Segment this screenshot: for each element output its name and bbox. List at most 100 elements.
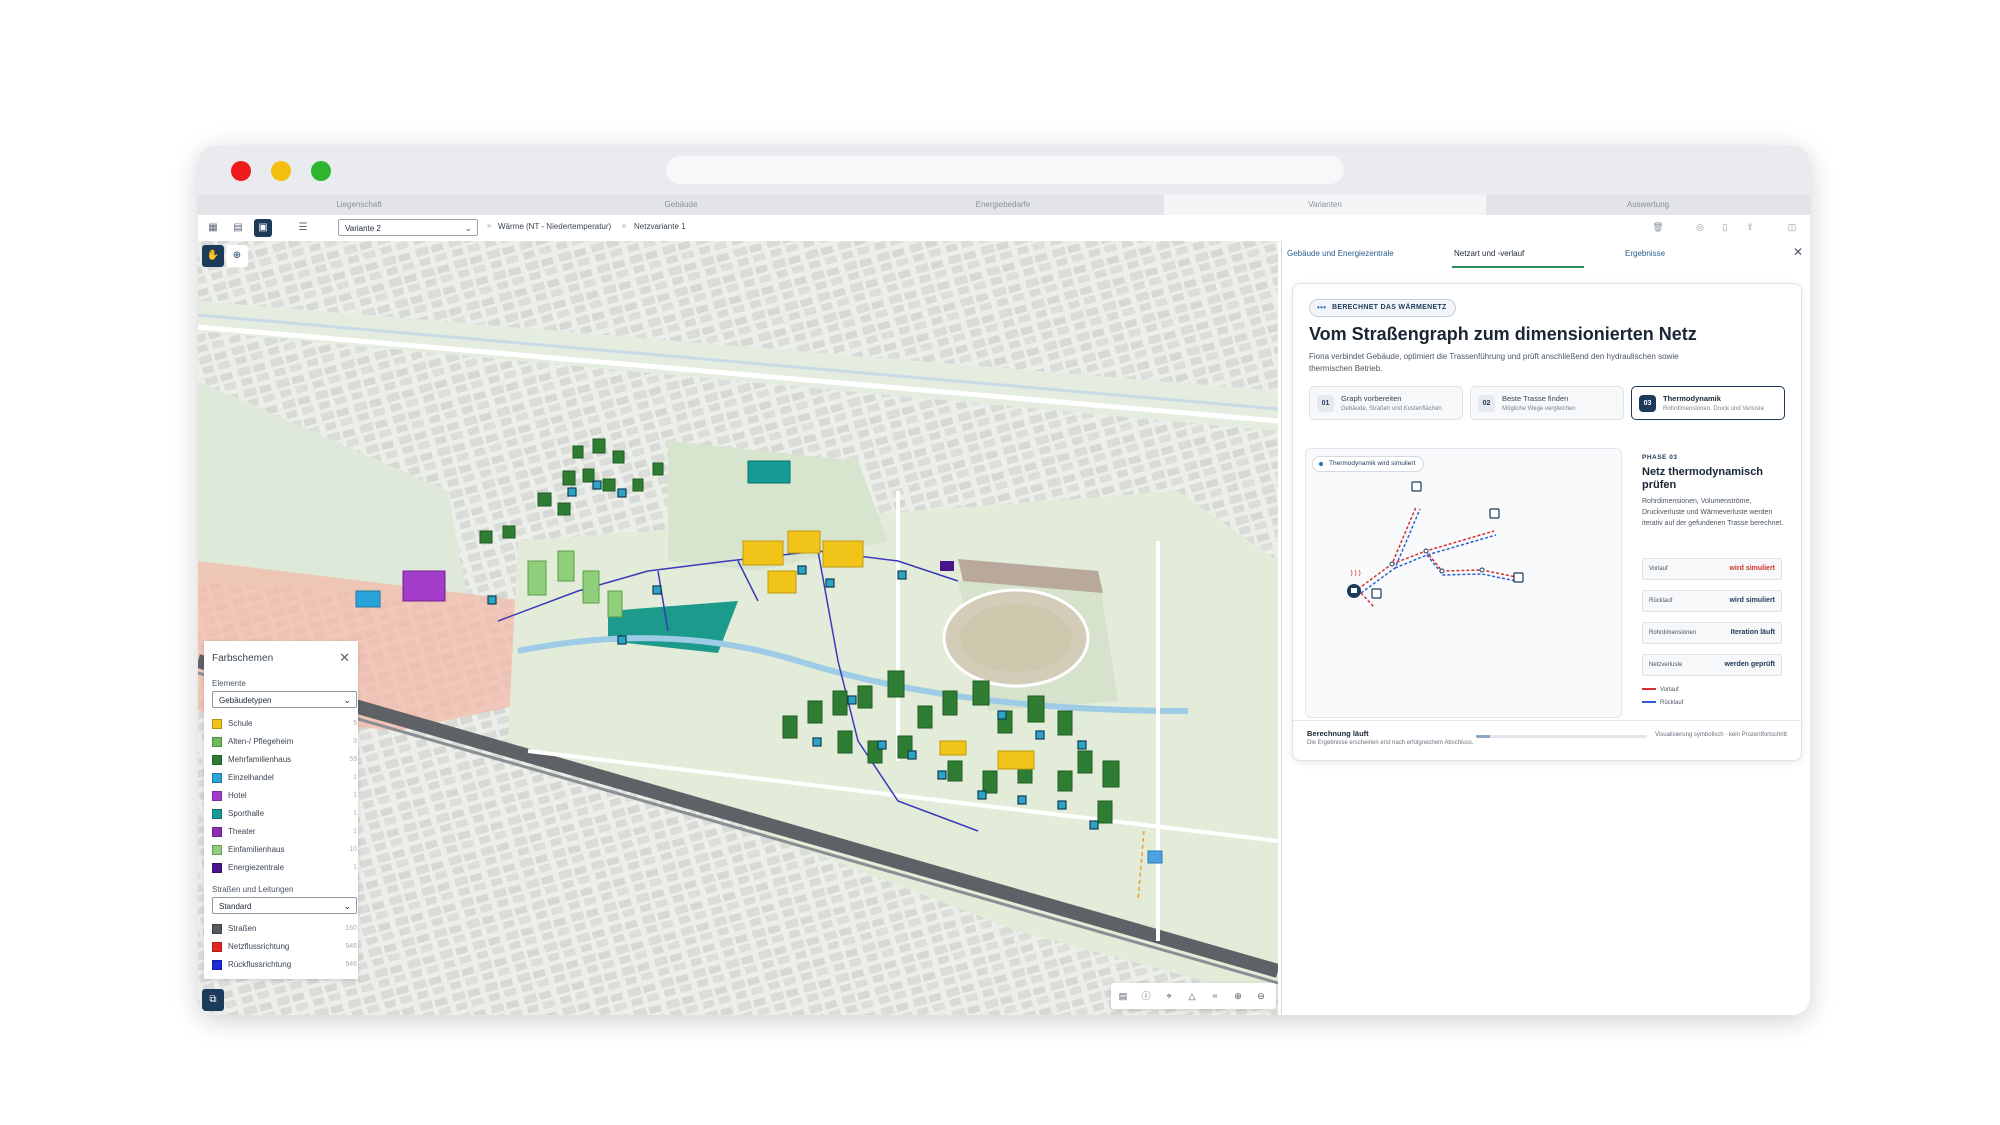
elements-label: Elemente — [212, 679, 246, 688]
legend-item: Alten-/ Pflegeheim 3 — [212, 735, 357, 749]
legend-item: Netzflussrichtung 946 — [212, 940, 357, 954]
color-scheme-panel: Farbschemen ✕ Elemente Gebäudetypen ⌄ Sch… — [204, 641, 358, 979]
main-tabs: Liegenschaft Gebäude Energiebedarfe Vari… — [198, 195, 1810, 215]
calc-title: Berechnung läuft — [1307, 729, 1369, 738]
legend-item: Energiezentrale 1 — [212, 861, 357, 875]
simulation-badge: Thermodynamik wird simuliert — [1312, 456, 1425, 472]
close-icon[interactable]: ✕ — [339, 650, 350, 666]
breadcrumb-separator: » — [622, 221, 627, 230]
street-style-select[interactable]: Standard ⌄ — [212, 897, 357, 914]
side-panel: Gebäude und Energiezentrale Netzart und … — [1281, 241, 1810, 1015]
legend-swatch — [212, 960, 222, 970]
zoom-out-icon[interactable]: ⊖ — [1253, 988, 1269, 1004]
legend-item: Rückflussrichtung 946 — [212, 958, 357, 972]
card-title: Vom Straßengraph zum dimensionierten Net… — [1309, 324, 1697, 344]
minimize-window-button[interactable] — [271, 161, 291, 181]
legend-item: Einzelhandel 1 — [212, 771, 357, 785]
zoom-in-icon[interactable]: ⊕ — [1230, 988, 1246, 1004]
legend-swatch — [212, 827, 222, 837]
tab-auswertung[interactable]: Auswertung — [1486, 195, 1810, 215]
tab-liegenschaft[interactable]: Liegenschaft — [198, 195, 520, 215]
globe-icon[interactable]: ◎ — [1693, 220, 1707, 234]
legend-item: Sporthalle 1 — [212, 807, 357, 821]
export-icon[interactable]: ⇪ — [1743, 220, 1757, 234]
address-bar[interactable] — [666, 156, 1344, 184]
toolbar: ▦ ▤ ▣ ☰ Variante 2 ⌄ » Wärme (NT - Nieder… — [198, 215, 1810, 242]
layers-button[interactable]: ⧉ — [202, 989, 224, 1011]
legend-swatch — [212, 719, 222, 729]
map-view-icon[interactable]: ▣ — [254, 219, 272, 237]
stat-net-losses: Netzverluste werden geprüft — [1642, 654, 1782, 676]
stat-pipe-dimensions: Rohrdimensionen Iteration läuft — [1642, 622, 1782, 644]
active-tab-indicator — [1452, 266, 1584, 268]
map-icon[interactable]: ▤ — [1115, 988, 1131, 1004]
breadcrumb-netvariant[interactable]: Netzvariante 1 — [634, 222, 686, 231]
network-visualization: Thermodynamik wird simuliert — [1305, 448, 1622, 718]
calc-subtitle: Die Ergebnisse erscheinen erst nach erfo… — [1307, 740, 1474, 746]
chevron-down-icon: ⌄ — [343, 695, 351, 705]
calculation-card: ••• BERECHNET DAS WÄRMENETZ Vom Straßengr… — [1292, 283, 1802, 761]
tab-energiebedarfe[interactable]: Energiebedarfe — [842, 195, 1164, 215]
list-icon[interactable]: ☰ — [294, 219, 312, 237]
building-type-select[interactable]: Gebäudetypen ⌄ — [212, 691, 357, 708]
network-graph — [1347, 481, 1524, 608]
legend-swatch — [212, 942, 222, 952]
legend-item: Einfamilienhaus 10 — [212, 843, 357, 857]
close-icon[interactable]: ✕ — [1793, 245, 1803, 259]
streets-label: Straßen und Leitungen — [212, 885, 294, 894]
trash-icon[interactable]: 🗑 — [1651, 220, 1665, 234]
flow-icon[interactable]: ≈ — [1207, 988, 1223, 1004]
calc-note: Visualisierung symbolisch · kein Prozent… — [1655, 732, 1787, 738]
step-graph[interactable]: 01 Graph vorbereiten Gebäude, Straßen un… — [1309, 386, 1463, 420]
calculation-status: Berechnung läuft Die Ergebnisse erschein… — [1293, 720, 1801, 761]
stat-ruecklauf: Rücklauf wird simuliert — [1642, 590, 1782, 612]
legend-item: Mehrfamilienhaus 59 — [212, 753, 357, 767]
map-canvas — [198, 241, 1278, 1015]
phase-description: Rohrdimensionen, Volumenströme, Druckver… — [1642, 498, 1784, 527]
legend-swatch — [212, 773, 222, 783]
maximize-window-button[interactable] — [311, 161, 331, 181]
table-view-icon[interactable]: ▤ — [229, 219, 247, 237]
panel-tab-results[interactable]: Ergebnisse — [1625, 249, 1665, 258]
progress-bar — [1476, 735, 1647, 738]
legend-ruecklauf: Rücklauf — [1642, 700, 1683, 706]
panel-tab-buildings[interactable]: Gebäude und Energiezentrale — [1287, 249, 1394, 258]
panel-tab-network[interactable]: Netzart und -verlauf — [1454, 249, 1524, 258]
legend-swatch — [212, 863, 222, 873]
progress-fill — [1476, 735, 1490, 738]
legend-swatch — [212, 737, 222, 747]
document-icon[interactable]: ▯ — [1718, 220, 1732, 234]
legend-item: Theater 1 — [212, 825, 357, 839]
breadcrumb-heat[interactable]: Wärme (NT - Niedertemperatur) — [498, 222, 611, 231]
chevron-down-icon: ⌄ — [343, 901, 351, 911]
tab-gebaeude[interactable]: Gebäude — [520, 195, 842, 215]
legend-item: Schule 5 — [212, 717, 357, 731]
title-bar — [198, 145, 1810, 195]
variant-select[interactable]: Variante 2 ⌄ — [338, 219, 478, 236]
measure-icon[interactable]: △ — [1184, 988, 1200, 1004]
map-view[interactable]: ✋ ⊕ Farbschemen ✕ Elemente Gebäudetypen ⌄… — [198, 241, 1278, 1015]
chevron-down-icon: ⌄ — [464, 223, 472, 233]
panel-toggle-icon[interactable]: ◫ — [1785, 220, 1799, 234]
tab-varianten[interactable]: Varianten — [1164, 195, 1486, 215]
info-icon[interactable]: ⓘ — [1138, 988, 1154, 1004]
breadcrumb-separator: » — [487, 221, 492, 230]
stat-vorlauf: Vorlauf wird simuliert — [1642, 558, 1782, 580]
legend-item: Hotel 1 — [212, 789, 357, 803]
close-window-button[interactable] — [231, 161, 251, 181]
legend-swatch — [212, 809, 222, 819]
legend-swatch — [212, 755, 222, 765]
dots-icon: ••• — [1317, 303, 1327, 312]
browser-window: Liegenschaft Gebäude Energiebedarfe Vari… — [198, 145, 1810, 1015]
legend-swatch — [212, 791, 222, 801]
step-route[interactable]: 02 Beste Trasse finden Mögliche Wege ver… — [1470, 386, 1624, 420]
legend-swatch — [212, 924, 222, 934]
pan-tool-button[interactable]: ✋ — [202, 245, 224, 267]
phase-label: PHASE 03 — [1642, 454, 1678, 461]
locate-icon[interactable]: ⌖ — [1161, 988, 1177, 1004]
legend-swatch — [212, 845, 222, 855]
grid-view-icon[interactable]: ▦ — [204, 219, 222, 237]
step-thermodynamics[interactable]: 03 Thermodynamik Rohrdimensionen, Druck … — [1631, 386, 1785, 420]
phase-title: Netz thermodynamisch prüfen — [1642, 466, 1764, 491]
zoom-tool-button[interactable]: ⊕ — [226, 245, 248, 267]
